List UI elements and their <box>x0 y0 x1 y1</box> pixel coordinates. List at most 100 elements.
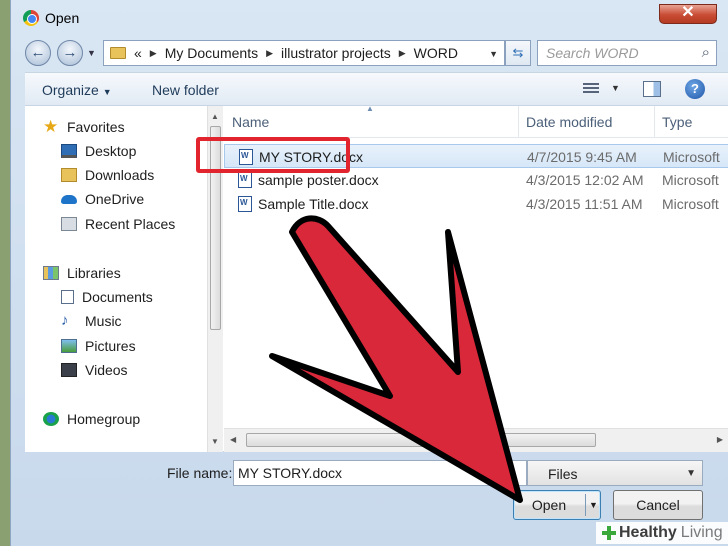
window-title: Open <box>45 10 80 26</box>
navigation-pane: ★ Favorites Desktop Downloads OneDrive Re… <box>25 106 207 452</box>
column-type[interactable]: Type <box>662 114 692 130</box>
nav-desktop[interactable]: Desktop <box>61 140 136 162</box>
column-divider[interactable] <box>654 106 655 138</box>
nav-libraries[interactable]: Libraries <box>43 262 121 284</box>
file-name-label: File name: <box>167 465 233 481</box>
music-icon: ♪ <box>61 312 69 329</box>
nav-videos[interactable]: Videos <box>61 359 128 381</box>
chevron-down-icon[interactable]: ▼ <box>611 83 620 93</box>
nav-label: Libraries <box>67 265 121 281</box>
scroll-up-icon[interactable]: ▲ <box>211 112 219 121</box>
nav-label: Homegroup <box>67 411 141 427</box>
homegroup-icon <box>43 412 59 426</box>
chevron-right-icon: ▶ <box>398 47 406 58</box>
watermark: Healthy Living <box>596 522 728 544</box>
file-date: 4/3/2015 12:02 AM <box>526 172 644 188</box>
cross-logo-icon <box>602 526 616 540</box>
address-bar[interactable]: « ▶ My Documents ▶ illustrator projects … <box>103 40 505 66</box>
search-icon[interactable]: ⌕ <box>702 44 710 61</box>
close-button[interactable]: ✕ <box>659 4 717 24</box>
column-divider[interactable] <box>518 106 519 138</box>
refresh-button[interactable]: ⇆ <box>505 40 531 66</box>
content-area: ★ Favorites Desktop Downloads OneDrive Re… <box>25 104 728 452</box>
scroll-left-icon[interactable]: ◀ <box>230 435 236 444</box>
nav-music[interactable]: ♪ Music <box>61 310 122 332</box>
organize-label: Organize <box>42 82 99 98</box>
chevron-down-icon: ▼ <box>686 468 696 479</box>
file-type: Microsoft <box>662 196 719 212</box>
file-type: Microsoft <box>662 172 719 188</box>
file-name: Sample Title.docx <box>258 196 369 212</box>
folder-icon <box>110 47 126 59</box>
nav-homegroup[interactable]: Homegroup <box>43 408 140 430</box>
address-row: ← → ▼ « ▶ My Documents ▶ illustrator pro… <box>11 36 728 68</box>
scroll-down-icon[interactable]: ▼ <box>211 437 219 446</box>
word-document-icon <box>238 196 252 212</box>
file-type-value: Files <box>548 466 578 482</box>
preview-pane-icon[interactable] <box>643 81 661 97</box>
file-list-horizontal-scrollbar[interactable]: ◀ ▶ <box>224 428 728 452</box>
nav-favorites[interactable]: ★ Favorites <box>43 116 125 138</box>
nav-label: OneDrive <box>85 191 145 207</box>
file-name-input[interactable] <box>233 460 527 486</box>
file-date: 4/3/2015 11:51 AM <box>526 196 643 212</box>
file-name: sample poster.docx <box>258 172 379 188</box>
pictures-icon <box>61 339 77 353</box>
chevron-right-icon: ▶ <box>149 47 157 58</box>
scroll-right-icon[interactable]: ▶ <box>717 435 723 444</box>
videos-icon <box>61 363 77 377</box>
nav-label: Music <box>85 313 122 329</box>
command-bar: Organize ▼ New folder ▼ ? <box>25 72 728 106</box>
organize-button[interactable]: Organize ▼ <box>42 82 112 98</box>
column-header: ▲ Name Date modified Type <box>224 104 728 138</box>
file-row-sample-title[interactable]: Sample Title.docx 4/3/2015 11:51 AM Micr… <box>224 192 728 216</box>
chevron-right-icon: ▶ <box>266 47 273 58</box>
nav-label: Pictures <box>85 338 136 354</box>
nav-downloads[interactable]: Downloads <box>61 164 154 186</box>
back-button[interactable]: ← <box>25 40 51 66</box>
recent-places-icon <box>61 217 77 231</box>
column-date-modified[interactable]: Date modified <box>526 114 612 130</box>
word-document-icon <box>238 172 252 188</box>
nav-recent-places[interactable]: Recent Places <box>61 213 175 235</box>
open-button[interactable]: Open ▼ <box>513 490 601 520</box>
nav-documents[interactable]: Documents <box>61 286 153 308</box>
nav-label: Recent Places <box>85 216 176 232</box>
history-dropdown-icon[interactable]: ▼ <box>87 48 96 58</box>
cloud-icon <box>61 194 77 204</box>
nav-label: Videos <box>85 362 128 378</box>
breadcrumb-illustrator-projects[interactable]: illustrator projects <box>281 45 391 61</box>
new-folder-button[interactable]: New folder <box>152 82 219 98</box>
selection-highlight-box <box>196 137 350 173</box>
search-input[interactable] <box>538 41 688 65</box>
nav-onedrive[interactable]: OneDrive <box>61 188 144 210</box>
file-date: 4/7/2015 9:45 AM <box>527 149 637 165</box>
nav-label: Favorites <box>67 119 125 135</box>
help-icon[interactable]: ? <box>685 79 705 99</box>
title-bar: Open ✕ <box>11 0 728 34</box>
cancel-button[interactable]: Cancel <box>613 490 703 520</box>
forward-button[interactable]: → <box>57 40 83 66</box>
nav-label: Downloads <box>85 167 155 183</box>
file-type-select[interactable]: Files ▼ <box>527 460 703 486</box>
breadcrumb-word[interactable]: WORD <box>414 45 458 61</box>
sort-ascending-icon: ▲ <box>366 104 374 113</box>
open-dialog: Open ✕ ← → ▼ « ▶ My Documents ▶ illustra… <box>10 0 728 546</box>
file-type: Microsoft <box>663 149 720 165</box>
star-icon: ★ <box>43 117 59 136</box>
views-icon[interactable] <box>583 83 599 95</box>
chevron-down-icon: ▼ <box>102 87 112 97</box>
breadcrumb-my-documents[interactable]: My Documents <box>165 45 258 61</box>
open-button-label: Open <box>531 497 567 513</box>
scroll-thumb[interactable] <box>246 433 596 447</box>
downloads-folder-icon <box>61 168 77 182</box>
chevron-down-icon[interactable]: ▼ <box>589 491 598 519</box>
libraries-icon <box>43 266 59 280</box>
nav-label: Documents <box>82 289 153 305</box>
chevron-down-icon[interactable]: ▼ <box>489 49 498 59</box>
search-box[interactable]: ⌕ <box>537 40 717 66</box>
nav-label: Desktop <box>85 143 137 159</box>
breadcrumb-overflow[interactable]: « <box>134 45 142 61</box>
nav-pictures[interactable]: Pictures <box>61 335 136 357</box>
column-name[interactable]: Name <box>232 114 269 130</box>
